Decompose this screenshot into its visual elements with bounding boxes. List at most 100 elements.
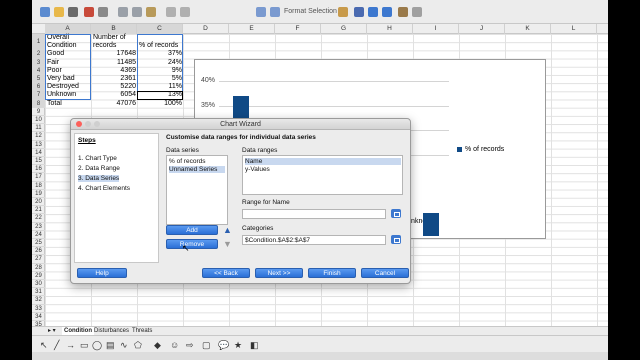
column-header-g[interactable]: G (321, 24, 367, 34)
row-header-19[interactable]: 19 (32, 190, 45, 198)
row-header-29[interactable]: 29 (32, 272, 45, 280)
callouts-icon[interactable]: 💬 (218, 340, 229, 351)
export-pdf-icon[interactable] (84, 7, 94, 17)
rectangle-icon[interactable]: ▭ (80, 340, 89, 351)
remove-series-button[interactable]: Remove (166, 239, 218, 249)
new-document-icon[interactable] (40, 7, 50, 17)
cell-records[interactable]: 17648 (92, 50, 137, 58)
row-header-18[interactable]: 18 (32, 182, 45, 190)
finish-button[interactable]: Finish (308, 268, 356, 278)
bar-unknown[interactable] (423, 213, 439, 236)
text-box-icon[interactable]: ▤ (106, 340, 115, 351)
data-series-list[interactable]: % of records Unnamed Series (166, 155, 228, 225)
column-header-h[interactable]: H (367, 24, 413, 34)
row-header-30[interactable]: 30 (32, 280, 45, 289)
row-header-25[interactable]: 25 (32, 239, 45, 248)
back-button[interactable]: << Back (202, 268, 250, 278)
row-header-4[interactable]: 4 (32, 66, 45, 75)
row-header-17[interactable]: 17 (32, 173, 45, 182)
step-data-range[interactable]: 2. Data Range (78, 165, 120, 172)
cancel-button[interactable]: Cancel (361, 268, 409, 278)
shrink-range-name-button[interactable] (391, 209, 401, 218)
symbol-shapes-icon[interactable]: ☺ (170, 340, 179, 350)
flowchart-icon[interactable]: ▢ (202, 340, 211, 351)
vertical-grid-icon[interactable] (382, 7, 392, 17)
series-item-unnamed[interactable]: Unnamed Series (169, 166, 225, 173)
horizontal-grid-icon[interactable] (368, 7, 378, 17)
row-header-15[interactable]: 15 (32, 157, 45, 166)
basic-shapes-icon[interactable]: ◆ (154, 340, 161, 351)
row-header-21[interactable]: 21 (32, 206, 45, 215)
row-header-1[interactable]: 1 (32, 34, 45, 51)
row-header-34[interactable]: 34 (32, 313, 45, 321)
column-header-d[interactable]: D (183, 24, 229, 34)
data-ranges-list[interactable]: Name y-Values (242, 155, 403, 195)
range-for-name-input[interactable] (242, 209, 386, 219)
select-arrow-icon[interactable]: ↖ (40, 340, 48, 351)
column-header-a[interactable]: A (45, 24, 91, 34)
undo-icon[interactable] (166, 7, 176, 17)
row-header-28[interactable]: 28 (32, 264, 45, 272)
row-header-27[interactable]: 27 (32, 255, 45, 264)
help-button[interactable]: Help (77, 268, 127, 278)
row-header-12[interactable]: 12 (32, 132, 45, 141)
arrow-line-icon[interactable]: → (66, 340, 75, 350)
row-header-31[interactable]: 31 (32, 288, 45, 297)
column-header-e[interactable]: E (229, 24, 275, 34)
cell-pct[interactable]: 100% (138, 100, 183, 108)
row-header-26[interactable]: 26 (32, 247, 45, 256)
cell-records[interactable]: 2361 (92, 75, 137, 83)
row-header-14[interactable]: 14 (32, 149, 45, 157)
range-item-name[interactable]: Name (245, 158, 401, 165)
line-icon[interactable]: ╱ (54, 340, 59, 351)
cell-records[interactable]: 47076 (92, 100, 137, 108)
cell-records[interactable]: 5220 (92, 83, 137, 91)
column-header-l[interactable]: L (551, 24, 597, 34)
categories-input[interactable]: $Condition.$A$2:$A$7 (242, 235, 386, 245)
column-header-i[interactable]: I (413, 24, 459, 34)
polygon-icon[interactable]: ⬠ (134, 340, 142, 351)
stars-icon[interactable]: ★ (234, 340, 242, 351)
series-item-pct-records[interactable]: % of records (169, 158, 225, 165)
row-header-33[interactable]: 33 (32, 305, 45, 313)
column-header-j[interactable]: J (459, 24, 505, 34)
column-header-f[interactable]: F (275, 24, 321, 34)
ellipse-icon[interactable]: ◯ (92, 340, 102, 351)
add-series-button[interactable]: Add (166, 225, 218, 235)
step-data-series[interactable]: 3. Data Series (78, 175, 120, 182)
row-header-23[interactable]: 23 (32, 223, 45, 231)
column-header-b[interactable]: B (91, 24, 137, 34)
row-header-10[interactable]: 10 (32, 116, 45, 125)
move-up-icon[interactable]: ▲ (223, 225, 232, 235)
next-button[interactable]: Next >> (255, 268, 303, 278)
range-item-y-values[interactable]: y-Values (245, 166, 401, 173)
cell-records[interactable]: 4369 (92, 67, 137, 75)
column-header-c[interactable]: C (137, 24, 183, 34)
print-icon[interactable] (98, 7, 108, 17)
cell-b1-line1[interactable]: Number of (92, 34, 127, 42)
row-header-3[interactable]: 3 (32, 58, 45, 67)
row-header-11[interactable]: 11 (32, 124, 45, 133)
paste-icon[interactable] (146, 7, 156, 17)
row-header-20[interactable]: 20 (32, 198, 45, 207)
row-header-8[interactable]: 8 (32, 99, 45, 108)
chart-type-icon[interactable] (270, 7, 280, 17)
format-selection-button[interactable]: Format Selection (284, 6, 337, 18)
curve-icon[interactable]: ∿ (120, 340, 128, 351)
3d-objects-icon[interactable]: ◧ (250, 340, 259, 351)
row-header-13[interactable]: 13 (32, 141, 45, 149)
open-folder-icon[interactable] (54, 7, 64, 17)
cell-condition[interactable]: Total (46, 100, 91, 108)
cut-icon[interactable] (118, 7, 128, 17)
text-scale-icon[interactable] (398, 7, 408, 17)
row-header-6[interactable]: 6 (32, 83, 45, 92)
column-header-k[interactable]: K (505, 24, 551, 34)
cell-records[interactable]: 11485 (92, 59, 137, 67)
cell-records[interactable]: 6054 (92, 91, 137, 99)
auto-layout-icon[interactable] (412, 7, 422, 17)
row-header-16[interactable]: 16 (32, 165, 45, 174)
row-header-2[interactable]: 2 (32, 50, 45, 59)
chart-icon[interactable] (256, 7, 266, 17)
block-arrows-icon[interactable]: ⇨ (186, 340, 194, 351)
step-chart-type[interactable]: 1. Chart Type (78, 155, 117, 162)
